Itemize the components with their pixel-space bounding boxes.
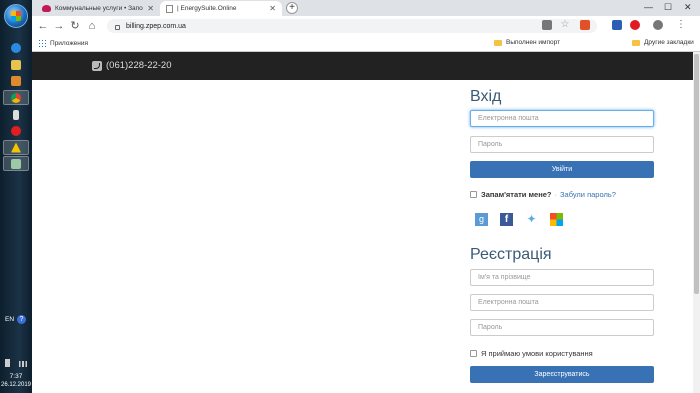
help-icon[interactable]: ? [17,315,26,324]
forward-arrow-icon[interactable]: → [52,19,66,33]
tab-communal-services[interactable]: Коммунальные услуги • Запорож ✕ [36,1,160,16]
tab-title: | EnergySuite.Online [177,5,237,12]
back-arrow-icon[interactable]: ← [36,19,50,33]
shield-extension-icon[interactable] [580,20,590,30]
terms-row: Я приймаю умови користування [470,349,593,358]
register-password-input[interactable]: Пароль [470,319,654,336]
microsoft-icon[interactable] [550,213,563,226]
folder-icon [494,39,502,46]
bookmark-apps[interactable]: Приложения [38,39,88,47]
phone-number: (061)228-22-20 [106,60,172,71]
menu-dots-icon[interactable]: ⋮ [676,20,686,30]
opera-icon[interactable] [3,123,29,138]
battery-icon[interactable] [5,359,10,367]
web-page: (061)228-22-20 Вхід Електронна пошта Пар… [32,52,700,393]
bookmark-folder-label: Выполнен импорт [506,39,561,46]
bookmark-apps-label: Приложения [50,39,89,47]
separator: · [554,190,558,199]
tab-close-icon[interactable]: ✕ [269,4,276,13]
bookmarks-bar: Приложения Выполнен импорт Другие заклад… [32,36,700,52]
register-title: Реєстрація [470,246,552,263]
phone-icon [92,60,102,71]
heart-icon [42,5,51,12]
translate-icon[interactable] [542,20,552,30]
address-bar[interactable]: billing.zpep.com.ua [107,19,597,33]
terms-checkbox[interactable] [470,350,477,357]
browser-toolbar: ← → ↻ ⌂ billing.zpep.com.ua ☆ ⋮ [32,16,700,36]
close-window-button[interactable]: ✕ [684,2,692,13]
terms-label[interactable]: Я приймаю умови користування [481,349,593,358]
chrome-taskbar-icon[interactable] [3,90,29,105]
profile-icon[interactable] [653,20,663,30]
adblock-icon[interactable] [630,20,640,30]
home-icon[interactable]: ⌂ [85,19,99,33]
register-name-input[interactable]: Ім'я та прізвище [470,269,654,286]
site-header: (061)228-22-20 [32,52,693,80]
page-icon [166,4,173,13]
folder-icon [632,39,640,46]
clock-date[interactable]: 26.12.2019 [0,381,32,390]
login-email-input[interactable]: Електронна пошта [470,110,654,127]
lock-icon[interactable] [115,24,120,30]
login-password-input[interactable]: Пароль [470,136,654,153]
tab-energysuite[interactable]: | EnergySuite.Online ✕ [160,1,282,16]
remember-me-label[interactable]: Запам'ятати мене? [481,190,552,199]
bookmark-other-label: Другие закладки [644,39,694,46]
facebook-icon[interactable]: f [500,213,513,226]
twitter-icon[interactable]: ✦ [525,213,538,226]
app-window-icon[interactable] [3,156,29,171]
register-email-input[interactable]: Електронна пошта [470,294,654,311]
maximize-button[interactable]: ☐ [664,2,672,13]
url-text: billing.zpep.com.ua [126,22,186,30]
bookmark-other[interactable]: Другие закладки [632,39,694,46]
warning-icon[interactable] [3,140,29,155]
explorer-icon[interactable] [3,57,29,72]
scrollbar-thumb[interactable] [694,54,699,294]
browser-chrome: Коммунальные услуги • Запорож ✕ | Energy… [32,0,700,52]
register-button[interactable]: Зареєструватись [470,366,654,383]
windows-taskbar: EN ? 7:37 26.12.2019 [0,0,32,393]
page-scrollbar[interactable] [693,52,700,393]
login-title: Вхід [470,88,502,105]
new-tab-button[interactable]: + [286,2,298,14]
tray-icons [5,357,27,367]
ie-icon[interactable] [3,40,29,55]
bookmark-folder-imported[interactable]: Выполнен импорт [494,39,560,46]
tab-title: Коммунальные услуги • Запорож [55,5,143,12]
media-player-icon[interactable] [3,73,29,88]
apps-grid-icon [38,39,46,47]
login-button[interactable]: Увійти [470,161,654,178]
remember-me-row: Запам'ятати мене? · Забули пароль? [470,190,616,199]
tab-close-icon[interactable]: ✕ [147,4,154,13]
start-button[interactable] [4,4,28,28]
bookmark-star-icon[interactable]: ☆ [560,20,570,30]
google-plus-icon[interactable]: g [475,213,488,226]
remember-me-checkbox[interactable] [470,191,477,198]
network-icon[interactable] [19,361,27,367]
contact-phone: (061)228-22-20 [92,60,172,71]
extension-icon[interactable] [612,20,622,30]
speaker-icon[interactable] [3,107,29,122]
minimize-button[interactable]: — [644,2,653,12]
tab-strip: Коммунальные услуги • Запорож ✕ | Energy… [32,0,700,16]
reload-icon[interactable]: ↻ [68,19,82,33]
clock-time[interactable]: 7:37 [0,372,32,381]
forgot-password-link[interactable]: Забули пароль? [560,190,616,199]
language-indicator[interactable]: EN [5,315,14,324]
